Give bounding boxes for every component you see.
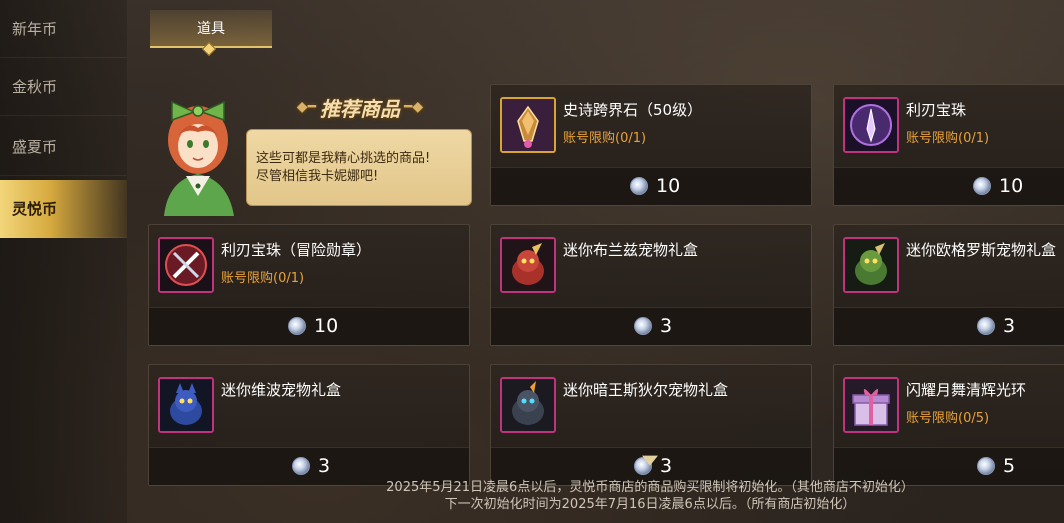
- pet-blue-wolf-icon: [158, 377, 214, 433]
- ornament-left-icon: ◆━: [296, 99, 316, 115]
- shop-item-card[interactable]: 闪耀月舞清辉光环 账号限购(0/5) 5: [833, 364, 1064, 486]
- price-bar: [834, 307, 1064, 345]
- sidebar-item-lingyue-coin[interactable]: 灵悦币: [0, 180, 127, 238]
- purchase-limit: 账号限购(0/1): [221, 271, 305, 286]
- recommended-title-text: 推荐商品: [320, 96, 400, 121]
- price-value: 5: [1003, 455, 1016, 477]
- pet-dark-king-icon: [500, 377, 556, 433]
- sidebar-item-label: 盛夏币: [12, 138, 58, 156]
- lingyue-coin-icon: [977, 317, 995, 335]
- sidebar-item-summer-coin[interactable]: 盛夏币: [0, 118, 127, 176]
- item-name: 迷你维波宠物礼盒: [221, 381, 342, 399]
- recommended-title: ◆━ 推荐商品 ━◆: [282, 92, 438, 122]
- shop-item-card[interactable]: 迷你欧格罗斯宠物礼盒 3: [833, 224, 1064, 346]
- speech-bubble: 这些可都是我精心挑选的商品! 尽管相信我卡妮娜吧!: [246, 129, 472, 206]
- shop-item-card[interactable]: 利刃宝珠 账号限购(0/1) 10: [833, 84, 1064, 206]
- price-value: 10: [656, 175, 681, 197]
- price-value: 10: [314, 315, 339, 337]
- price-display: 10: [288, 307, 338, 345]
- sidebar-item-new-year-coin[interactable]: 新年币: [0, 0, 127, 58]
- price-value: 3: [660, 315, 673, 337]
- character-portrait: [164, 100, 234, 216]
- lingyue-coin-icon: [288, 317, 306, 335]
- lingyue-coin-icon: [977, 457, 995, 475]
- price-display: 10: [973, 167, 1023, 205]
- item-name: 史诗跨界石（50级）: [563, 101, 703, 119]
- item-name: 利刃宝珠（冒险勋章）: [221, 241, 372, 259]
- purchase-limit: 账号限购(0/5): [906, 411, 990, 426]
- price-value: 10: [999, 175, 1024, 197]
- blade-orb-medal-icon: [158, 237, 214, 293]
- sidebar-item-label: 新年币: [12, 20, 58, 38]
- purchase-limit: 账号限购(0/1): [563, 131, 647, 146]
- sidebar-item-autumn-coin[interactable]: 金秋币: [0, 58, 127, 116]
- lingyue-coin-icon: [973, 177, 991, 195]
- price-display: 3: [977, 307, 1015, 345]
- sidebar-item-label: 金秋币: [12, 78, 58, 96]
- tab-label: 道具: [197, 21, 225, 37]
- pet-red-dragon-icon: [500, 237, 556, 293]
- purchase-limit: 账号限购(0/1): [906, 131, 990, 146]
- gift-box-icon: [843, 377, 899, 433]
- lingyue-coin-icon: [634, 317, 652, 335]
- price-value: 3: [660, 455, 673, 477]
- shop-item-card[interactable]: 利刃宝珠（冒险勋章） 账号限购(0/1) 10: [148, 224, 470, 346]
- price-display: 3: [634, 307, 672, 345]
- scroll-down-chevron-icon[interactable]: ▼: [642, 453, 658, 468]
- currency-sidebar: 新年币 金秋币 盛夏币 灵悦币: [0, 0, 127, 523]
- price-value: 3: [318, 455, 331, 477]
- sidebar-item-label: 灵悦币: [12, 200, 58, 218]
- epic-crossover-stone-icon: [500, 97, 556, 153]
- speech-line-1: 这些可都是我精心挑选的商品!: [256, 151, 431, 166]
- price-bar: [834, 167, 1064, 205]
- tab-items[interactable]: 道具: [150, 10, 272, 48]
- lingyue-coin-icon: [630, 177, 648, 195]
- lingyue-coin-icon: [292, 457, 310, 475]
- item-name: 利刃宝珠: [906, 101, 967, 119]
- item-name: 闪耀月舞清辉光环: [906, 381, 1027, 399]
- pet-green-dragon-icon: [843, 237, 899, 293]
- item-name: 迷你欧格罗斯宠物礼盒: [906, 241, 1057, 259]
- price-value: 3: [1003, 315, 1016, 337]
- shop-item-card[interactable]: 迷你维波宠物礼盒 3: [148, 364, 470, 486]
- reset-notice-line-2: 下一次初始化时间为2025年7月16日凌晨6点以后。（所有商店初始化）: [444, 497, 856, 512]
- shop-item-card[interactable]: 迷你布兰兹宠物礼盒 3: [490, 224, 812, 346]
- blade-orb-icon: [843, 97, 899, 153]
- ornament-right-icon: ━◆: [404, 99, 424, 115]
- item-name: 迷你暗王斯狄尔宠物礼盒: [563, 381, 729, 399]
- item-name: 迷你布兰兹宠物礼盒: [563, 241, 699, 259]
- speech-line-2: 尽管相信我卡妮娜吧!: [256, 169, 379, 184]
- shop-item-card[interactable]: 史诗跨界石（50级） 账号限购(0/1) 10: [490, 84, 812, 206]
- price-display: 10: [630, 167, 680, 205]
